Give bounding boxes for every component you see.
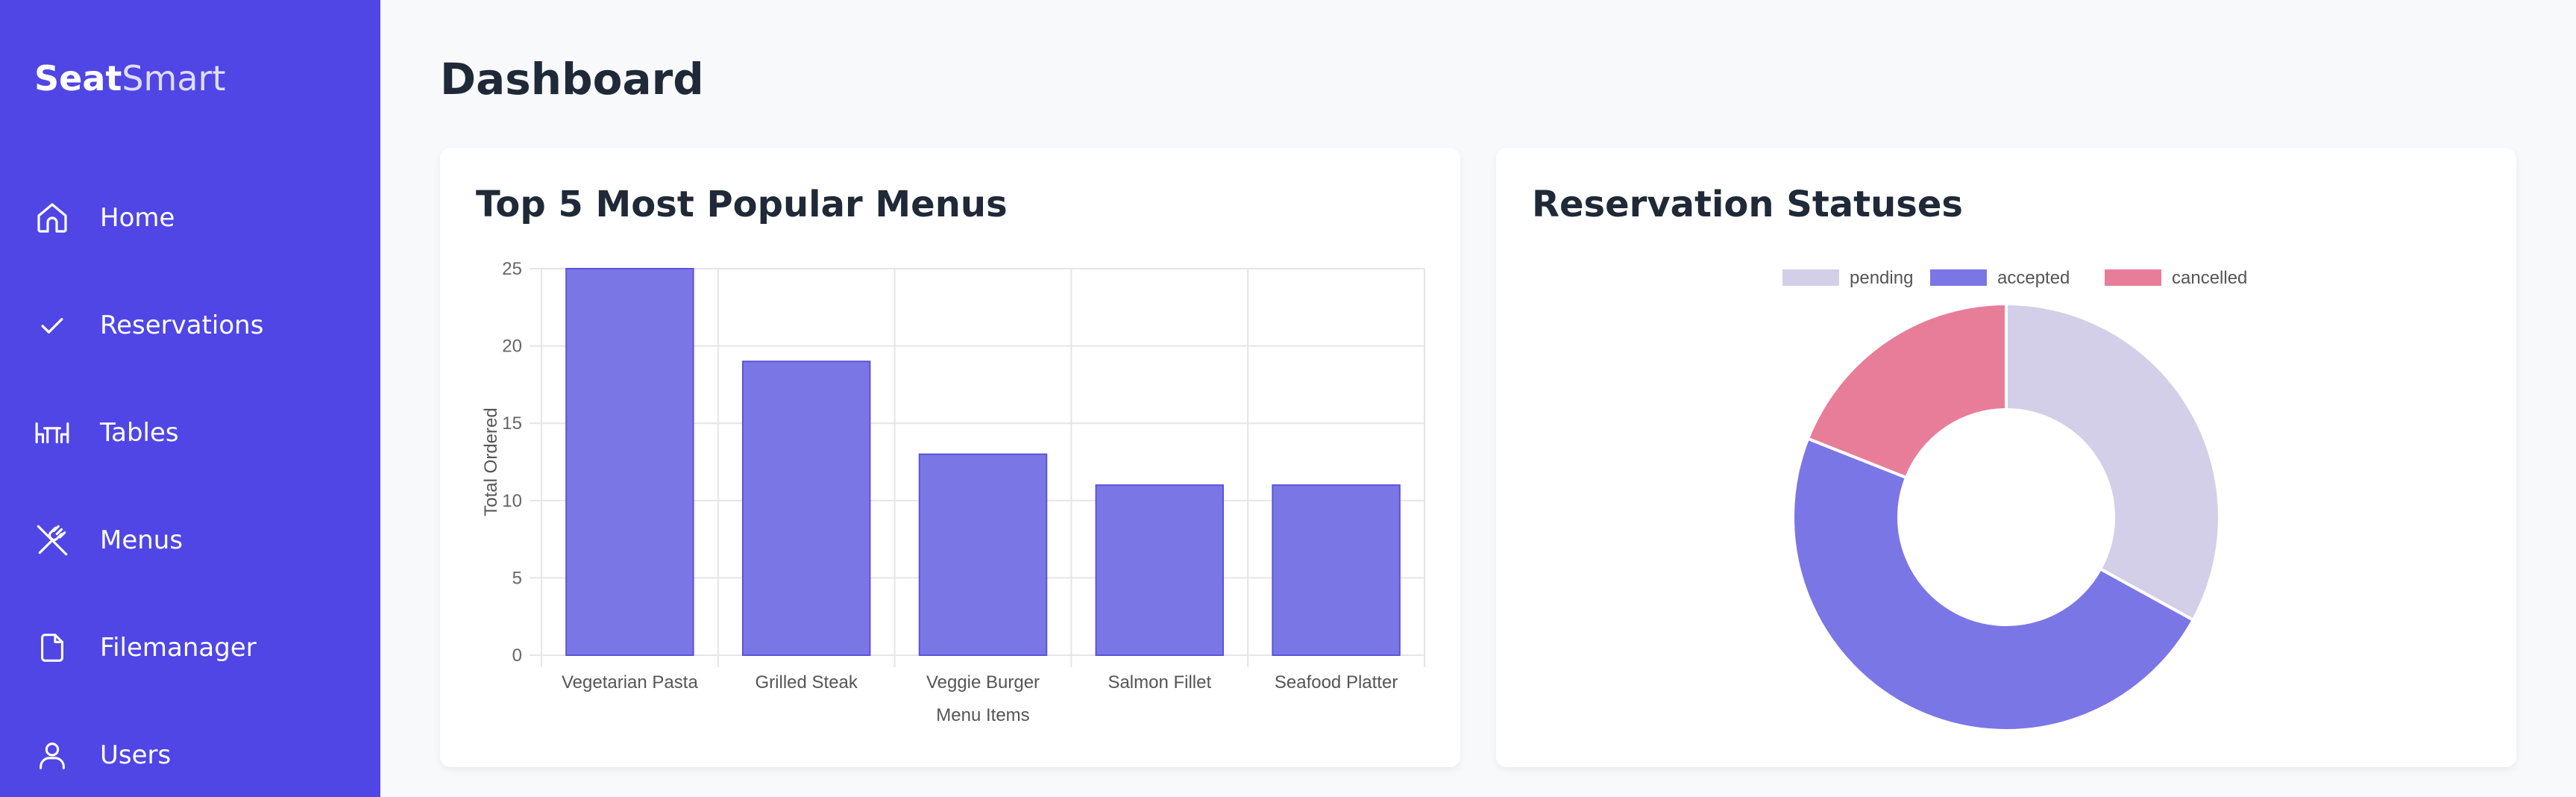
x-tick-label: Seafood Platter <box>1275 672 1398 693</box>
donut-slice <box>2005 301 2221 622</box>
check-icon <box>33 306 72 345</box>
legend-label: accepted <box>1997 268 2070 288</box>
donut-slice <box>1806 301 2008 480</box>
x-axis-title: Menu Items <box>936 705 1029 725</box>
user-icon <box>33 736 72 775</box>
legend-label: cancelled <box>2172 268 2247 288</box>
sidebar-item-menus[interactable]: Menus <box>0 499 380 581</box>
y-tick-label: 15 <box>502 413 522 434</box>
legend-swatch <box>2105 269 2161 286</box>
legend-label: pending <box>1850 268 1913 288</box>
bar <box>918 453 1048 656</box>
page-title: Dashboard <box>440 54 704 104</box>
sidebar: SeatSmart Home Reservations Tables Menus… <box>0 0 380 797</box>
x-tick-label: Vegetarian Pasta <box>562 672 698 693</box>
y-tick-label: 20 <box>502 337 522 357</box>
bar <box>1272 484 1401 656</box>
y-tick-label: 5 <box>512 568 522 588</box>
brand-logo[interactable]: SeatSmart <box>34 58 226 99</box>
y-tick-label: 10 <box>502 491 522 511</box>
sidebar-item-label: Menus <box>100 525 183 555</box>
sidebar-item-reservations[interactable]: Reservations <box>0 284 380 366</box>
brand-bold: Seat <box>34 58 122 99</box>
sidebar-item-label: Users <box>100 740 172 770</box>
file-icon <box>33 628 72 667</box>
sidebar-item-label: Filemanager <box>100 633 257 663</box>
y-tick-label: 0 <box>512 646 522 666</box>
sidebar-item-users[interactable]: Users <box>0 714 380 796</box>
legend-swatch <box>1930 269 1987 286</box>
home-icon <box>33 199 72 237</box>
bar <box>565 268 694 656</box>
table-icon <box>33 413 72 452</box>
bar-chart: 0 5 10 15 20 25 Vegetarian Pasta Grilled Steak V… <box>481 259 1425 725</box>
donut-chart: pending accepted cancelled <box>1782 268 2247 733</box>
x-tick-label: Veggie Burger <box>926 672 1040 693</box>
sidebar-item-home[interactable]: Home <box>0 177 380 259</box>
sidebar-item-label: Home <box>100 203 175 233</box>
fork-knife-icon <box>33 521 72 560</box>
sidebar-item-tables[interactable]: Tables <box>0 392 380 474</box>
bar <box>741 360 871 656</box>
sidebar-item-filemanager[interactable]: Filemanager <box>0 607 380 689</box>
y-axis-title: Total Ordered <box>481 407 501 516</box>
legend-swatch <box>1782 269 1839 286</box>
popular-menus-card: Top 5 Most Popular Menus 0 5 10 15 20 25 Veget… <box>440 148 1460 767</box>
brand-light: Smart <box>122 58 226 99</box>
bar <box>1095 484 1225 656</box>
sidebar-item-label: Tables <box>100 418 179 448</box>
reservation-statuses-card: Reservation Statuses pending accepted canc… <box>1496 148 2516 767</box>
y-tick-label: 25 <box>502 259 522 279</box>
x-tick-label: Salmon Fillet <box>1108 672 1211 693</box>
sidebar-item-label: Reservations <box>100 310 264 340</box>
x-tick-label: Grilled Steak <box>755 672 858 693</box>
